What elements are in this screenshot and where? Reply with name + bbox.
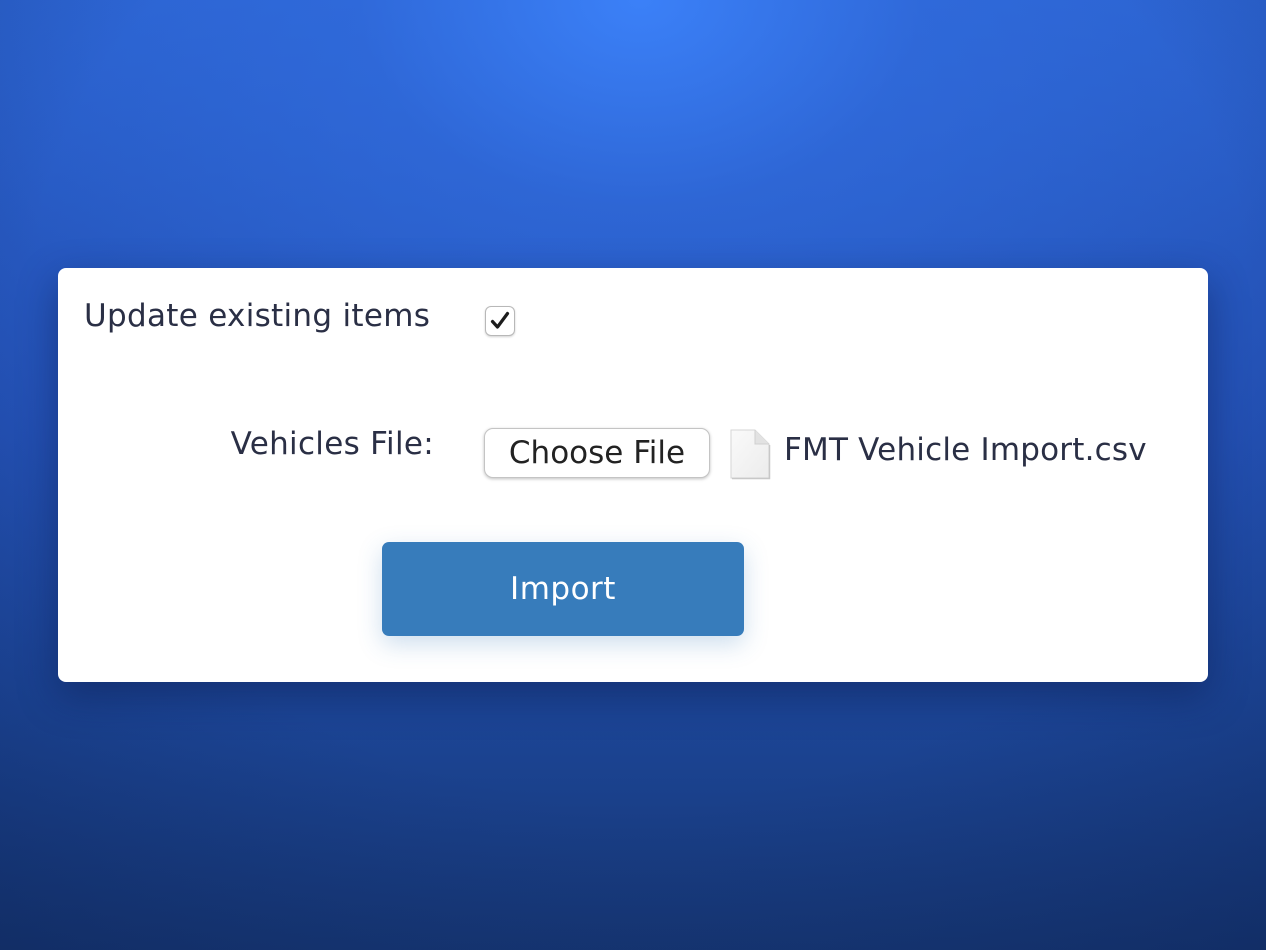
update-existing-label: Update existing items [84, 298, 431, 334]
update-existing-checkbox[interactable] [485, 306, 515, 336]
import-form-card: Update existing items Vehicles File: Cho… [58, 268, 1208, 682]
checkmark-icon [490, 311, 510, 329]
choose-file-button[interactable]: Choose File [484, 428, 710, 478]
document-icon [730, 429, 771, 480]
selected-file-name: FMT Vehicle Import.csv [784, 432, 1147, 468]
vehicles-file-label: Vehicles File: [230, 426, 434, 462]
import-button[interactable]: Import [382, 542, 744, 636]
